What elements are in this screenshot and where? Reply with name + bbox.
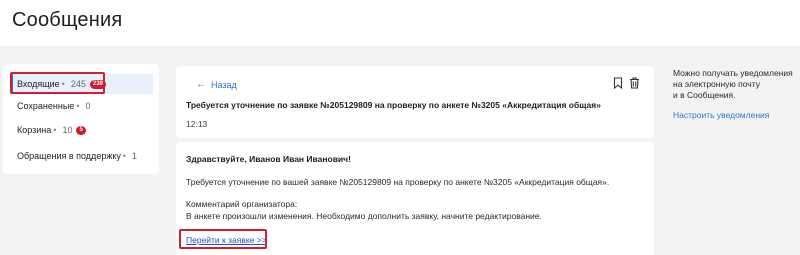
back-label: Назад [211,79,237,90]
sidebar-item-count: 10 [62,125,73,135]
page-header: Сообщения [0,0,800,46]
configure-notifications-link[interactable]: Настроить уведомления [673,110,769,120]
sidebar-item-count: 1 [132,151,138,161]
message-comment-label: Комментарий организатора: [186,199,298,209]
separator-dot: • [122,151,127,161]
trash-icon[interactable] [629,77,640,89]
sidebar-item-count: 0 [85,101,91,111]
back-link[interactable]: ← Назад [196,79,237,90]
sidebar-item-label: Обращения в поддержку [17,151,121,161]
sidebar-item-trash[interactable]: Корзина • 10 5 [11,120,153,140]
unread-badge: 5 [76,125,86,135]
inbox-highlight-box [10,72,105,94]
link-highlight-box [179,229,267,249]
page-title: Сообщения [12,9,123,31]
message-subject: Требуется уточнение по заявке №205129809… [186,100,601,110]
sidebar-item-support[interactable]: Обращения в поддержку • 1 [11,146,153,166]
separator-dot: • [76,101,80,111]
sidebar-item-label: Корзина [17,125,52,135]
arrow-left-icon: ← [196,79,206,90]
sidebar-item-label: Сохраненные [17,101,75,111]
separator-dot: • [53,125,57,135]
message-comment-text: В анкете произошли изменения. Необходимо… [186,211,542,221]
notification-info: Можно получать уведомления на электронну… [673,68,793,101]
message-time: 12:13 [186,119,208,129]
info-line: Можно получать уведомления [673,68,793,78]
info-line: на электронную почту [673,79,760,89]
message-greeting: Здравствуйте, Иванов Иван Иванович! [186,154,351,164]
info-line: и в Сообщения. [673,90,736,100]
message-header-card: ← Назад Требуется уточнение по заявке №2… [176,66,654,138]
message-paragraph: Требуется уточнение по вашей заявке №205… [186,177,610,187]
sidebar-item-saved[interactable]: Сохраненные • 0 [11,96,153,116]
bookmark-icon[interactable] [613,77,623,89]
